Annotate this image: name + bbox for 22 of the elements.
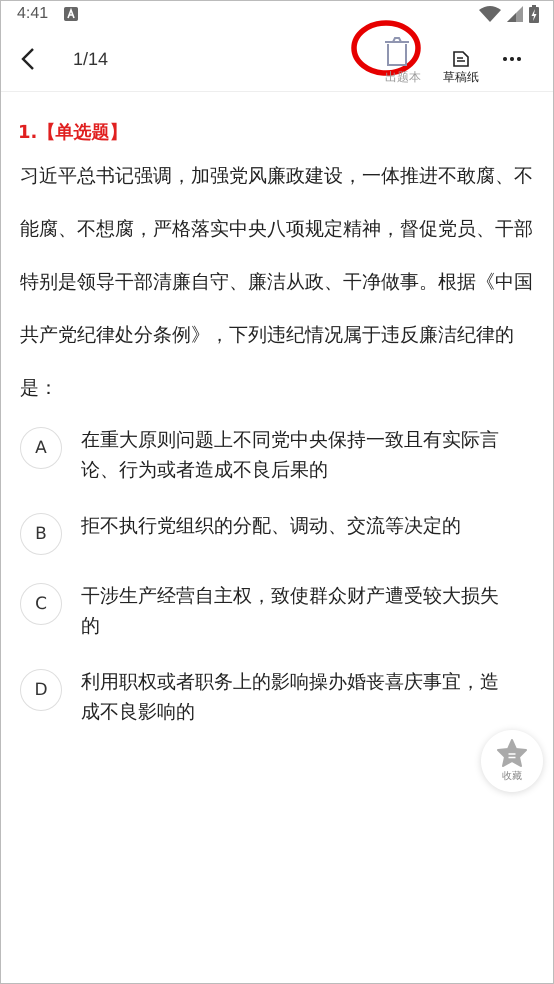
wifi-icon: [479, 6, 501, 22]
star-icon: [497, 739, 527, 767]
more-icon[interactable]: [503, 57, 521, 61]
question-counter: 1/14: [73, 48, 108, 70]
option-letter[interactable]: C: [20, 583, 62, 625]
option-letter[interactable]: B: [20, 513, 62, 555]
notification-icon: [64, 7, 78, 21]
question-type: 1.【单选题】: [18, 121, 128, 144]
option-letter[interactable]: D: [20, 669, 62, 711]
option-text[interactable]: 拒不执行党组织的分配、调动、交流等决定的: [81, 511, 461, 541]
option-text[interactable]: 干涉生产经营自主权，致使群众财产遭受较大损失的: [81, 581, 510, 641]
option-text[interactable]: 利用职权或者职务上的影响操办婚丧喜庆事宜，造成不良影响的: [81, 667, 510, 727]
option-letter[interactable]: A: [20, 427, 62, 469]
question-text: 习近平总书记强调，加强党风廉政建设，一体推进不敢腐、不能腐、不想腐，严格落实中央八项规定精神，督促党员、干部特别是领导干部清廉自守、廉洁从政、干净做事。根据《中国共产党纪律处分条例》，下列违纪情况属于违反廉洁纪律的是：: [20, 164, 534, 401]
signal-icon: [507, 6, 523, 22]
battery-icon: [529, 5, 539, 23]
back-icon[interactable]: [21, 47, 35, 71]
scratch-paper-button[interactable]: 草稿纸: [443, 50, 479, 86]
status-time: 4:41: [17, 5, 48, 23]
document-icon: [453, 50, 469, 66]
trash-icon: [384, 36, 410, 66]
option-text[interactable]: 在重大原则问题上不同党中央保持一致且有实际言论、行为或者造成不良后果的: [81, 425, 510, 485]
